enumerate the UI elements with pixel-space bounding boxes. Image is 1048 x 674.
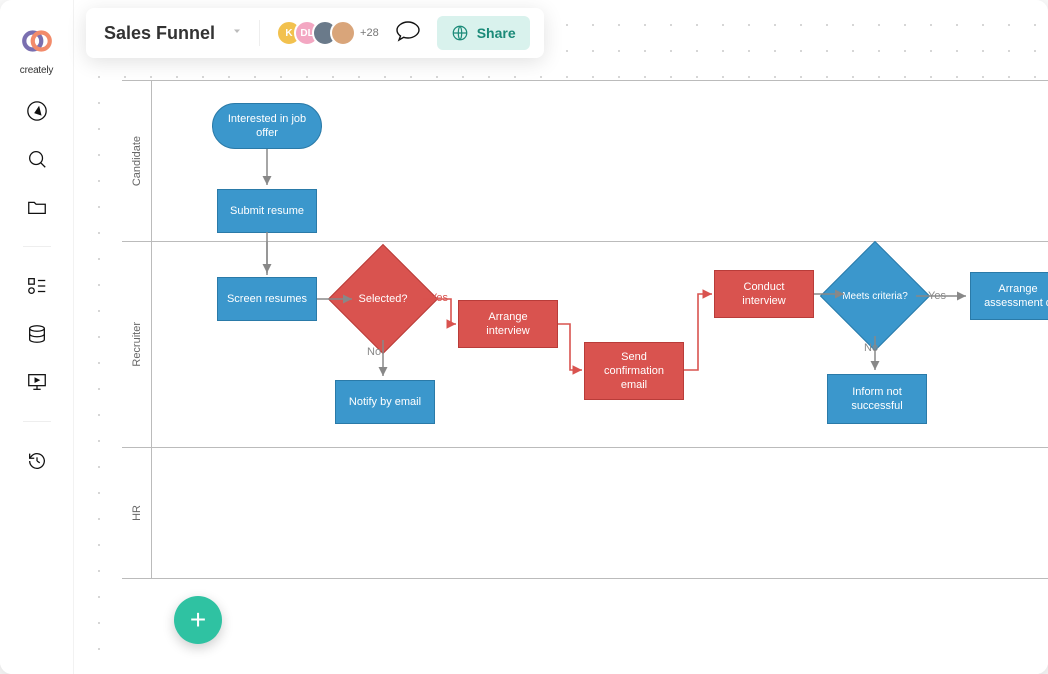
- share-button[interactable]: Share: [437, 16, 530, 50]
- shapes-panel-icon[interactable]: [24, 273, 50, 299]
- chevron-down-icon[interactable]: [231, 24, 243, 42]
- comment-icon[interactable]: [395, 20, 421, 47]
- lane-label: Recruiter: [131, 322, 143, 367]
- node-screen-resumes[interactable]: Screen resumes: [217, 277, 317, 321]
- node-selected-decision[interactable]: Selected?: [344, 260, 422, 338]
- main-area: Sales Funnel K DL +28 Share: [74, 0, 1048, 674]
- rail-separator: [23, 421, 51, 422]
- add-fab-button[interactable]: +: [174, 596, 222, 644]
- node-send-confirmation[interactable]: Send confirmation email: [584, 342, 684, 400]
- edge-label-yes: Yes: [928, 290, 946, 302]
- rail-separator: [23, 246, 51, 247]
- left-rail: creately: [0, 0, 74, 674]
- brand-name: creately: [20, 65, 53, 76]
- node-arrange-interview[interactable]: Arrange interview: [458, 300, 558, 348]
- edge-label-no: No: [864, 342, 878, 354]
- lane-header-recruiter[interactable]: Recruiter: [122, 242, 152, 447]
- folder-icon[interactable]: [24, 194, 50, 220]
- toolbar-divider: [259, 20, 260, 46]
- swimlane-candidate: Candidate Interested in job offer Submit…: [122, 81, 1048, 241]
- node-inform-not-successful[interactable]: Inform not successful: [827, 374, 927, 424]
- swimlane-container: Candidate Interested in job offer Submit…: [122, 80, 1048, 579]
- lane-label: Candidate: [131, 136, 143, 186]
- edge-label-no: No: [367, 346, 381, 358]
- history-icon[interactable]: [24, 448, 50, 474]
- diagram-canvas[interactable]: Candidate Interested in job offer Submit…: [122, 80, 1048, 674]
- node-submit-resume[interactable]: Submit resume: [217, 189, 317, 233]
- collaborator-avatars[interactable]: K DL +28: [276, 20, 379, 46]
- edge-label-yes: Yes: [430, 292, 448, 304]
- brand-logo-icon: [20, 24, 54, 63]
- database-icon[interactable]: [24, 321, 50, 347]
- node-conduct-interview[interactable]: Conduct interview: [714, 270, 814, 318]
- top-toolbar: Sales Funnel K DL +28 Share: [86, 8, 544, 58]
- swimlane-hr: HR: [122, 447, 1048, 578]
- node-notify-email[interactable]: Notify by email: [335, 380, 435, 424]
- lane-header-hr[interactable]: HR: [122, 448, 152, 578]
- swimlane-recruiter: Recruiter Screen resumes Selected? Yes N…: [122, 241, 1048, 447]
- node-interested[interactable]: Interested in job offer: [212, 103, 322, 149]
- lane-label: HR: [131, 505, 143, 521]
- compass-icon[interactable]: [24, 98, 50, 124]
- share-button-label: Share: [477, 25, 516, 41]
- avatar[interactable]: [330, 20, 356, 46]
- node-arrange-assessment[interactable]: Arrange assessment d: [970, 272, 1048, 320]
- node-meets-criteria-decision[interactable]: Meets criteria?: [836, 257, 914, 335]
- presentation-icon[interactable]: [24, 369, 50, 395]
- avatar-overflow-count[interactable]: +28: [360, 27, 379, 39]
- plus-icon: +: [190, 604, 206, 636]
- brand: creately: [20, 24, 54, 76]
- lane-header-candidate[interactable]: Candidate: [122, 81, 152, 241]
- document-title[interactable]: Sales Funnel: [104, 23, 215, 44]
- search-icon[interactable]: [24, 146, 50, 172]
